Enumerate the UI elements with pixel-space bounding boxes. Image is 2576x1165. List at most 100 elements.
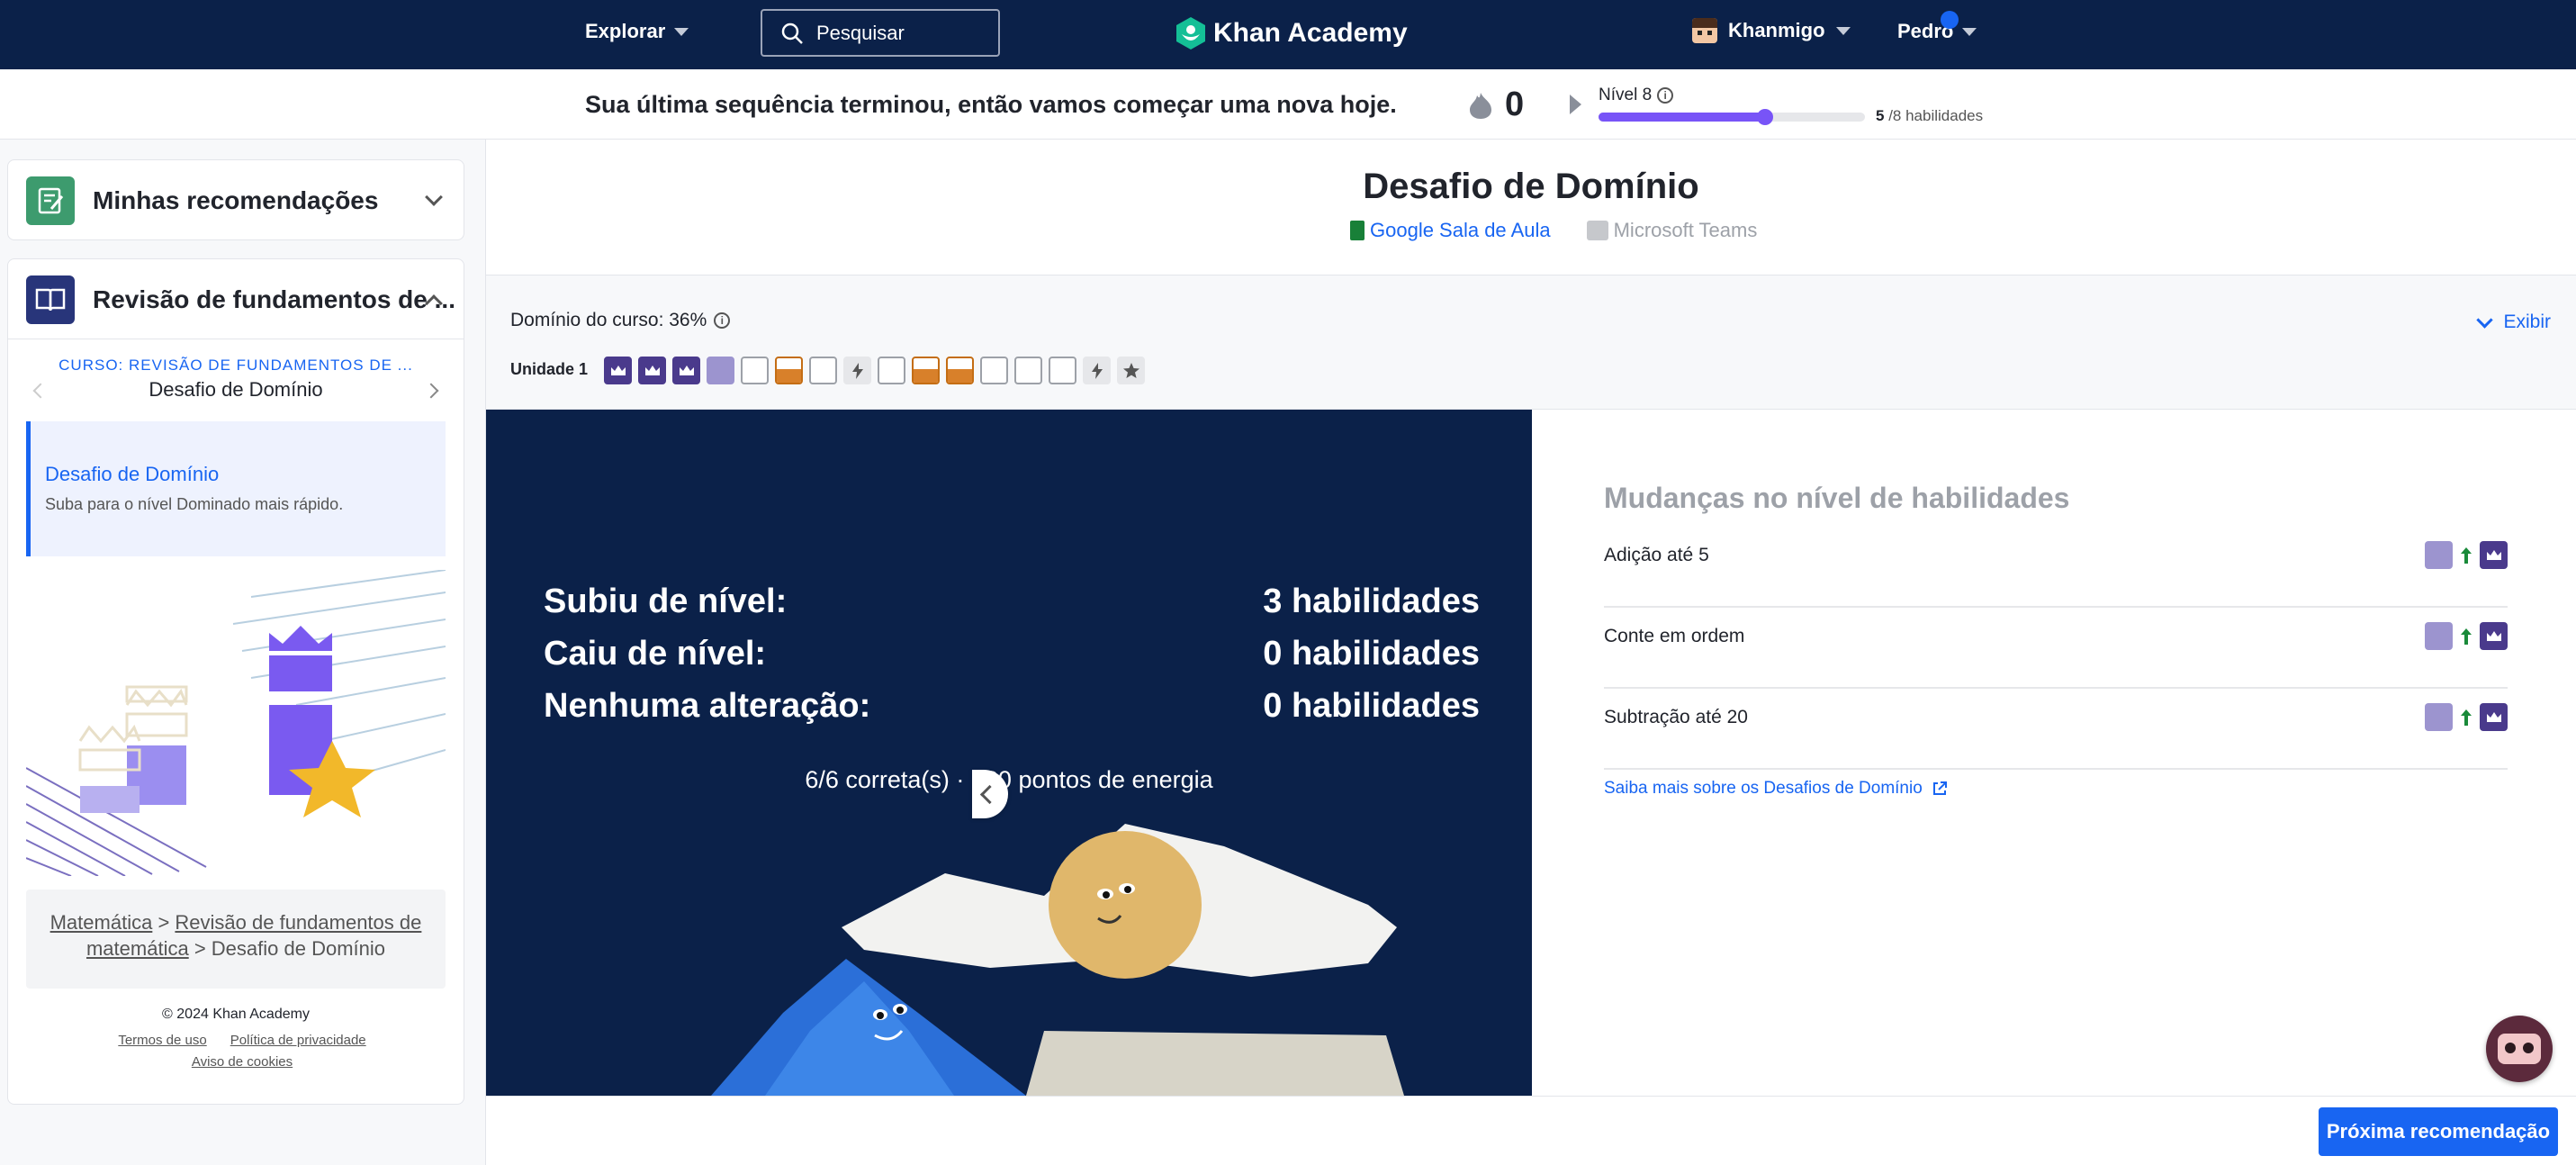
google-classroom-label: Google Sala de Aula <box>1370 219 1551 241</box>
chevron-down-icon <box>1962 27 1977 36</box>
course-label[interactable]: CURSO: REVISÃO DE FUNDAMENTOS DE ... <box>8 357 464 375</box>
explore-label: Explorar <box>585 20 666 42</box>
level-done: 5 <box>1876 107 1885 124</box>
user-menu[interactable]: Pedro <box>1897 20 1977 43</box>
course-card-label: Revisão de fundamentos de ... <box>93 285 455 313</box>
share-links: Google Sala de Aula Microsoft Teams <box>1350 219 1757 242</box>
info-icon[interactable]: i <box>1657 87 1674 104</box>
show-button[interactable]: Exibir <box>2476 311 2551 333</box>
explore-menu[interactable]: Explorar <box>585 20 689 43</box>
result-label: Nenhuma alteração: <box>544 687 871 725</box>
result-row-down: Caiu de nível: 0 habilidades <box>544 635 1480 673</box>
show-label: Exibir <box>2503 312 2551 332</box>
bottom-bar: Próxima recomendação <box>486 1096 2576 1165</box>
skill-change-row: Subtração até 20 <box>1604 689 2508 770</box>
active-item-title: Desafio de Domínio <box>45 463 220 485</box>
khanmigo-menu[interactable]: Khanmigo <box>1692 18 1851 43</box>
learn-more-link[interactable]: Saiba mais sobre os Desafios de Domínio <box>1604 779 1948 799</box>
khanmigo-face-icon <box>2498 1034 2541 1064</box>
recommendations-card[interactable]: Minhas recomendações <box>7 159 464 240</box>
unit-skills <box>604 357 1145 384</box>
terms-link[interactable]: Termos de uso <box>118 1032 206 1050</box>
recommendations-icon <box>26 176 75 225</box>
flame-icon <box>1470 93 1491 119</box>
next-recommendation-button[interactable]: Próxima recomendação <box>2319 1107 2558 1156</box>
skill-box-attempted[interactable] <box>809 357 837 384</box>
skill-name: Adição até 5 <box>1604 545 1709 565</box>
course-card: Revisão de fundamentos de ... CURSO: REV… <box>7 258 464 1105</box>
breadcrumb: Matemática > Revisão de fundamentos de m… <box>26 890 446 989</box>
result-row-none: Nenhuma alteração: 0 habilidades <box>544 687 1480 726</box>
skill-change-row: Conte em ordem <box>1604 608 2508 689</box>
result-summary: 6/6 correta(s) · 280 pontos de energia <box>805 766 1213 793</box>
skill-box-quiz[interactable] <box>1083 357 1111 384</box>
level-total: /8 habilidades <box>1888 107 1984 124</box>
course-header[interactable]: Revisão de fundamentos de ... <box>26 275 455 324</box>
skill-box-proficient[interactable] <box>707 357 734 384</box>
footer-links: Termos de uso Política de privacidade Av… <box>62 1032 422 1071</box>
skill-box-mastered[interactable] <box>638 357 666 384</box>
skill-box-test[interactable] <box>1117 357 1145 384</box>
level-progress-bar <box>1599 109 1865 125</box>
sidebar-item-mastery-challenge[interactable]: Desafio de Domínio Suba para o nível Dom… <box>26 421 446 556</box>
notification-dot <box>1941 11 1959 29</box>
search-placeholder: Pesquisar <box>816 21 905 44</box>
level-label: Nível 8 i <box>1599 86 1674 105</box>
proficient-icon <box>2425 541 2453 569</box>
result-label: Subiu de nível: <box>544 582 788 620</box>
skill-box-familiar[interactable] <box>912 357 940 384</box>
khanmigo-chat-button[interactable] <box>2486 1016 2553 1082</box>
play-icon[interactable] <box>1570 95 1581 114</box>
privacy-link[interactable]: Política de privacidade <box>230 1032 366 1050</box>
skill-box-attempted[interactable] <box>980 357 1008 384</box>
chevron-down-icon <box>674 27 689 36</box>
proficient-icon <box>2425 703 2453 731</box>
level-progress-knob <box>1757 109 1773 125</box>
skill-name: Subtração até 20 <box>1604 707 1748 727</box>
chevron-down-icon[interactable] <box>425 188 443 206</box>
logo-text: Khan Academy <box>1213 18 1408 48</box>
skill-level-change <box>2425 541 2508 569</box>
results-panel: Subiu de nível: 3 habilidades Caiu de ní… <box>486 410 1532 1096</box>
recommendations-header: Minhas recomendações <box>26 176 378 225</box>
mastered-crown-icon <box>2480 541 2508 569</box>
recommendations-label: Minhas recomendações <box>93 186 379 214</box>
search-icon <box>781 23 803 44</box>
result-row-up: Subiu de nível: 3 habilidades <box>544 582 1480 621</box>
chevron-down-icon <box>1835 26 1851 35</box>
breadcrumb-math[interactable]: Matemática <box>50 911 153 934</box>
level-progress-fill <box>1599 113 1765 122</box>
cookies-link[interactable]: Aviso de cookies <box>192 1053 293 1071</box>
result-value: 0 habilidades <box>1263 635 1480 673</box>
search-input[interactable]: Pesquisar <box>761 9 1000 57</box>
mountains-illustration <box>711 824 1404 1096</box>
streak-message: Sua última sequência terminou, então vam… <box>585 91 1397 118</box>
skill-box-attempted[interactable] <box>1049 357 1076 384</box>
skill-box-familiar[interactable] <box>946 357 974 384</box>
skill-box-mastered[interactable] <box>672 357 700 384</box>
breadcrumb-sep: > <box>188 937 212 960</box>
skill-box-mastered[interactable] <box>604 357 632 384</box>
microsoft-teams-label: Microsoft Teams <box>1613 219 1758 241</box>
result-label: Caiu de nível: <box>544 635 767 673</box>
skill-box-attempted[interactable] <box>878 357 905 384</box>
mastery-illustration <box>26 570 446 876</box>
skill-changes-panel: Mudanças no nível de habilidades Adição … <box>1532 410 2576 1096</box>
khan-academy-logo[interactable]: Khan Academy <box>1175 16 1408 50</box>
skill-name: Conte em ordem <box>1604 626 1745 646</box>
google-classroom-button[interactable]: Google Sala de Aula <box>1350 219 1551 242</box>
microsoft-teams-icon <box>1586 221 1608 240</box>
external-link-icon <box>1932 781 1947 795</box>
skill-box-attempted[interactable] <box>1014 357 1042 384</box>
streak-count: 0 <box>1505 86 1525 123</box>
microsoft-teams-button[interactable]: Microsoft Teams <box>1586 219 1758 242</box>
breadcrumb-sep: > <box>152 911 176 934</box>
learn-more-label: Saiba mais sobre os Desafios de Domínio <box>1604 779 1923 798</box>
info-icon[interactable]: i <box>714 312 731 329</box>
arrow-up-icon <box>2461 709 2472 726</box>
arrow-up-icon <box>2461 546 2472 564</box>
skill-box-attempted[interactable] <box>741 357 769 384</box>
main-content: Desafio de Domínio Google Sala de Aula M… <box>486 140 2576 1165</box>
skill-box-familiar[interactable] <box>775 357 803 384</box>
skill-box-quiz[interactable] <box>843 357 871 384</box>
